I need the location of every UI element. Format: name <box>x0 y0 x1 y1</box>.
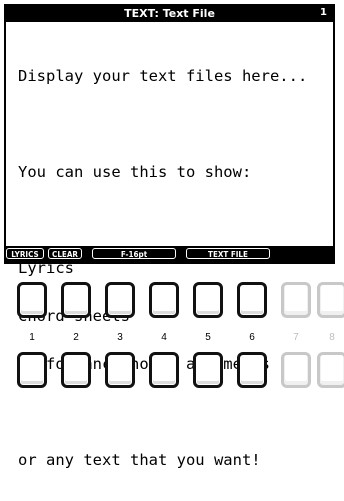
lower-button-2[interactable] <box>61 352 91 388</box>
lower-button-5[interactable] <box>193 352 223 388</box>
lower-button-1[interactable] <box>17 352 47 388</box>
text-line: Lyrics <box>18 259 74 277</box>
text-file-content: Display your text files here... You can … <box>18 36 327 500</box>
lower-button-7[interactable] <box>281 352 311 388</box>
text-line: or any text that you want! <box>18 451 261 469</box>
button-number-5: 5 <box>205 332 211 343</box>
lower-button-8[interactable] <box>317 352 344 388</box>
softkey-bar: LYRICS CLEAR F-16pt TEXT FILE <box>4 246 335 262</box>
upper-button-1[interactable] <box>17 282 47 318</box>
button-number-8: 8 <box>329 332 335 343</box>
upper-button-7[interactable] <box>281 282 311 318</box>
lyrics-softkey[interactable]: LYRICS <box>6 248 44 259</box>
button-number-3: 3 <box>117 332 123 343</box>
page-number: 1 <box>320 7 327 18</box>
clear-softkey[interactable]: CLEAR <box>48 248 82 259</box>
upper-button-6[interactable] <box>237 282 267 318</box>
button-number-1: 1 <box>29 332 35 343</box>
lower-button-4[interactable] <box>149 352 179 388</box>
upper-button-5[interactable] <box>193 282 223 318</box>
upper-button-4[interactable] <box>149 282 179 318</box>
lower-button-3[interactable] <box>105 352 135 388</box>
text-line: Display your text files here... <box>18 67 308 85</box>
button-number-4: 4 <box>161 332 167 343</box>
lower-button-6[interactable] <box>237 352 267 388</box>
text-line: You can use this to show: <box>18 163 252 181</box>
upper-button-8[interactable] <box>317 282 344 318</box>
font-size-softkey[interactable]: F-16pt <box>92 248 176 259</box>
title-bar: TEXT: Text File 1 <box>6 6 333 22</box>
upper-button-2[interactable] <box>61 282 91 318</box>
lcd-screen: TEXT: Text File 1 Display your text file… <box>4 4 335 468</box>
window-title: TEXT: Text File <box>124 7 215 20</box>
button-number-2: 2 <box>73 332 79 343</box>
button-number-7: 7 <box>293 332 299 343</box>
upper-button-3[interactable] <box>105 282 135 318</box>
button-number-6: 6 <box>249 332 255 343</box>
text-file-softkey[interactable]: TEXT FILE <box>186 248 270 259</box>
